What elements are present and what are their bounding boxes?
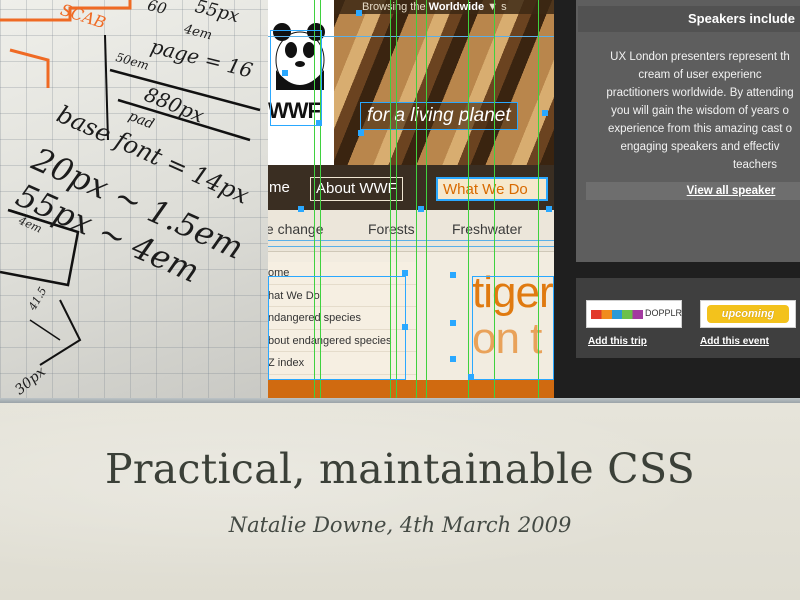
resize-handle[interactable] <box>450 272 456 278</box>
upcoming-label: upcoming <box>707 305 789 323</box>
resize-handle[interactable] <box>282 70 288 76</box>
selection-box <box>472 276 554 380</box>
slide-subtitle: Natalie Downe, 4th March 2009 <box>228 513 572 537</box>
resize-handle[interactable] <box>418 206 424 212</box>
resize-handle[interactable] <box>450 320 456 326</box>
tiger-fur-image <box>330 0 554 165</box>
browse-region: Worldwide <box>428 1 485 13</box>
resize-handle[interactable] <box>298 206 304 212</box>
description-line: teachers <box>732 159 778 171</box>
resize-handle[interactable] <box>402 270 408 276</box>
dopplr-badge[interactable]: DOPPLR <box>586 300 682 328</box>
resize-handle[interactable] <box>546 206 552 212</box>
sketch-photo: SCAB 60 55px 4em page = 16 50em 880px pa… <box>0 0 268 400</box>
resize-handle[interactable] <box>356 10 362 16</box>
subnav-forests[interactable]: Forests <box>368 221 415 237</box>
description-line: engaging speakers and effectiv <box>620 141 780 153</box>
ux-london-page-screenshot: Speakers include UX London presenters re… <box>554 0 800 400</box>
wwf-page-screenshot: Browsing the Worldwide ▼ s WWF for a liv… <box>268 0 554 400</box>
guide-line <box>268 246 554 247</box>
description-line: practitioners worldwide. By attending <box>606 87 794 99</box>
nav-what-we-do[interactable]: What We Do <box>436 177 548 201</box>
selection-box <box>270 30 322 126</box>
add-trip-link[interactable]: Add this trip <box>588 336 647 347</box>
description-line: experience from this amazing cast o <box>607 123 793 135</box>
title-area: Practical, maintainable CSS Natalie Down… <box>0 403 800 600</box>
selection-box <box>268 276 406 380</box>
dopplr-logo-icon <box>591 310 643 319</box>
nav-about-wwf[interactable]: About WWF <box>310 177 403 201</box>
orange-strip <box>268 380 554 400</box>
upcoming-badge[interactable]: upcoming <box>700 300 796 328</box>
guide-line <box>426 0 427 400</box>
resize-handle[interactable] <box>450 356 456 362</box>
resize-handle[interactable] <box>468 374 474 380</box>
description-line: cream of user experienc <box>638 69 762 81</box>
browse-suffix: s <box>501 1 507 13</box>
dopplr-label: DOPPLR <box>645 308 683 318</box>
resize-handle[interactable] <box>542 110 548 116</box>
guide-line <box>268 240 554 241</box>
photo-collage: SCAB 60 55px 4em page = 16 50em 880px pa… <box>0 0 800 400</box>
add-event-link[interactable]: Add this event <box>700 336 769 347</box>
speakers-heading: Speakers include <box>578 6 800 32</box>
guide-line <box>416 0 417 400</box>
description-line: you will gain the wisdom of years o <box>611 105 789 117</box>
resize-handle[interactable] <box>316 120 322 126</box>
subnav-climate-change[interactable]: te change <box>268 221 324 237</box>
view-all-speakers-link[interactable]: View all speaker <box>586 182 800 200</box>
main-nav: me About WWF What We Do <box>268 165 554 210</box>
resize-handle[interactable] <box>402 324 408 330</box>
resize-handle[interactable] <box>358 130 364 136</box>
description-line: UX London presenters represent th <box>610 51 790 63</box>
nav-home[interactable]: me <box>268 177 295 201</box>
speakers-description: UX London presenters represent th cream … <box>584 48 800 174</box>
guide-line <box>468 0 469 400</box>
subnav-freshwater[interactable]: Freshwater <box>452 221 522 237</box>
chevron-down-icon: ▼ <box>487 1 499 13</box>
browse-bar: Browsing the Worldwide ▼ s <box>334 0 554 14</box>
slide-title: Practical, maintainable CSS <box>104 445 696 493</box>
